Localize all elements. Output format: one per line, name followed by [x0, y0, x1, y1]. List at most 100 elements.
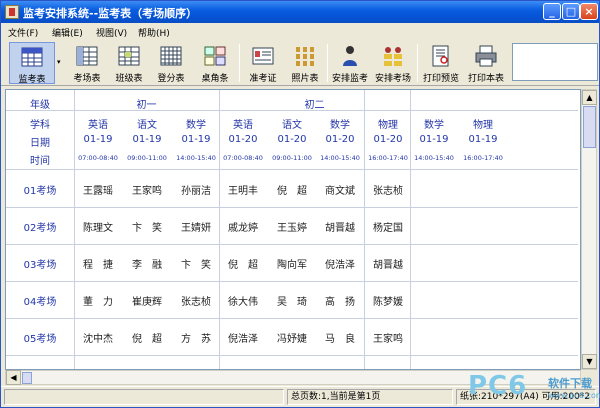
toolbar-btn-photo[interactable]: 照片表	[285, 42, 325, 84]
invigilator-cell[interactable]: 徐大伟	[219, 293, 267, 308]
grid-header: 年级 学科 日期 时间 初一 初二 英语 01-19 07:00-08:40 语文 01-19 09:…	[6, 90, 578, 369]
invigilator-cell[interactable]: 王露瑶	[74, 182, 122, 197]
scroll-down-icon[interactable]: ▼	[582, 354, 597, 369]
invigilator-cell[interactable]: 倪 超	[123, 330, 171, 345]
toolbar-btn-print[interactable]: 打印本表	[464, 42, 508, 84]
invigilator-cell[interactable]: 张志桢	[364, 182, 412, 197]
column-date: 01-20	[373, 134, 403, 145]
column-subject: 物理	[378, 120, 398, 131]
column-date: 01-19	[181, 134, 211, 145]
toolbar-btn-assign-invigilator[interactable]: 安排监考	[330, 42, 370, 84]
column-subject: 数学	[330, 120, 350, 131]
row-divider	[6, 244, 578, 245]
invigilator-cell[interactable]: 李 融	[123, 256, 171, 271]
invigilator-cell[interactable]: 陶向军	[268, 256, 316, 271]
column-time: 14:00-15:40	[320, 154, 360, 162]
watermark-url: www.pc6.com	[548, 391, 600, 400]
scroll-left-icon[interactable]: ◀	[6, 370, 21, 385]
tool-label: 安排监考	[331, 74, 368, 84]
exam-grid[interactable]: 年级 学科 日期 时间 初一 初二 英语 01-19 07:00-08:40 语文 01-19 09:…	[5, 89, 581, 370]
invigilator-cell[interactable]: 胡晋越	[316, 219, 364, 234]
room-label: 05考场	[23, 334, 57, 345]
header-divider	[6, 110, 578, 111]
toolbar-btn-desk[interactable]: 桌角条	[193, 42, 237, 84]
menu-file[interactable]: 文件(F)	[8, 26, 38, 39]
column-subject: 英语	[233, 120, 253, 131]
row-divider	[6, 318, 578, 319]
maximize-button[interactable]: □	[562, 3, 580, 20]
toolbar-btn-print-preview[interactable]: 打印预览	[420, 42, 462, 84]
invigilator-cell[interactable]: 戚龙婷	[219, 219, 267, 234]
toolbar-btn-score[interactable]: 登分表	[151, 42, 191, 84]
minimize-button[interactable]: _	[543, 3, 561, 20]
vertical-scrollbar[interactable]: ▲ ▼	[581, 89, 597, 370]
people-icon	[384, 47, 402, 66]
menu-edit[interactable]: 编辑(E)	[52, 26, 83, 39]
invigilator-cell[interactable]: 倪 超	[219, 256, 267, 271]
header-row-label: 时间	[30, 156, 50, 167]
invigilator-cell[interactable]: 倪浩泽	[316, 256, 364, 271]
invigilator-cell[interactable]: 董 力	[74, 293, 122, 308]
invigilator-cell[interactable]: 王家鸣	[123, 182, 171, 197]
invigilator-cell[interactable]: 陈梦媛	[364, 293, 412, 308]
invigilator-cell[interactable]: 程 捷	[74, 256, 122, 271]
invigilator-cell[interactable]: 王家鸣	[364, 330, 412, 345]
tool-label: 照片表	[291, 74, 319, 84]
invigilator-cell[interactable]: 高 扬	[316, 293, 364, 308]
invigilator-cell[interactable]: 马 良	[316, 330, 364, 345]
tool-label: 桌角条	[201, 74, 229, 84]
column-date: 01-19	[468, 134, 498, 145]
table-grid-icon	[118, 46, 140, 66]
menu-view[interactable]: 视图(V)	[96, 26, 127, 39]
tool-label: 安排考场	[374, 74, 411, 84]
invigilator-cell[interactable]: 倪浩泽	[219, 330, 267, 345]
invigilator-cell[interactable]: 王明丰	[219, 182, 267, 197]
column-date: 01-20	[277, 134, 307, 145]
header-row-label: 日期	[30, 138, 50, 149]
invigilator-cell[interactable]: 王婧妍	[172, 219, 220, 234]
invigilator-cell[interactable]: 沈中杰	[74, 330, 122, 345]
watermark-logo: PC6 软件下载 www.pc6.com	[468, 371, 600, 408]
scroll-up-icon[interactable]: ▲	[582, 90, 597, 105]
column-time: 16:00-17:40	[368, 154, 408, 162]
toolbar-btn-assign-room[interactable]: 安排考场	[372, 42, 414, 84]
printer-icon	[475, 45, 497, 67]
invigilator-cell[interactable]: 崔庚辉	[123, 293, 171, 308]
tool-label: 班级表	[115, 74, 143, 84]
hscroll-thumb[interactable]	[22, 372, 32, 384]
toolbar-btn-room[interactable]: 考场表	[67, 42, 107, 84]
scroll-thumb[interactable]	[583, 106, 596, 148]
tool-label: 监考表	[18, 75, 46, 85]
title-bar[interactable]: 监考安排系统--监考表（考场顺序） _ □ ×	[1, 1, 599, 23]
tool-label: 考场表	[73, 74, 101, 84]
status-pages: 总页数:1,当前是第1页	[287, 389, 453, 405]
row-divider	[6, 355, 578, 356]
toolbar-btn-admission[interactable]: 准考证	[243, 42, 283, 84]
grade-label: 初一	[136, 100, 157, 111]
column-time: 07:00-08:40	[78, 154, 118, 162]
invigilator-cell[interactable]: 吴 琦	[268, 293, 316, 308]
invigilator-cell[interactable]: 方 苏	[172, 330, 220, 345]
invigilator-cell[interactable]: 胡晋越	[364, 256, 412, 271]
invigilator-cell[interactable]: 倪 超	[268, 182, 316, 197]
table-grid-icon	[76, 46, 98, 66]
toolbar-btn-invigilation[interactable]: 监考表	[9, 42, 55, 85]
invigilator-cell[interactable]: 张志桢	[172, 293, 220, 308]
invigilator-cell[interactable]: 卞 笑	[172, 256, 220, 271]
toolbar-separator	[417, 44, 418, 82]
invigilator-cell[interactable]: 冯妤婕	[268, 330, 316, 345]
menu-help[interactable]: 帮助(H)	[138, 26, 170, 39]
invigilator-cell[interactable]: 孙丽洁	[172, 182, 220, 197]
toolbar-btn-class[interactable]: 班级表	[109, 42, 149, 84]
invigilator-cell[interactable]: 卞 笑	[123, 219, 171, 234]
room-label: 01考场	[23, 186, 57, 197]
invigilator-cell[interactable]: 王玉婷	[268, 219, 316, 234]
column-subject: 语文	[282, 120, 302, 131]
invigilator-cell[interactable]: 商文斌	[316, 182, 364, 197]
invigilator-cell[interactable]: 陈理文	[74, 219, 122, 234]
column-date: 01-19	[83, 134, 113, 145]
header-row-label: 年级	[30, 100, 50, 111]
invigilator-cell[interactable]: 杨定国	[364, 219, 412, 234]
close-button[interactable]: ×	[580, 3, 598, 20]
dropdown-arrow-icon[interactable]: ▾	[57, 58, 61, 66]
